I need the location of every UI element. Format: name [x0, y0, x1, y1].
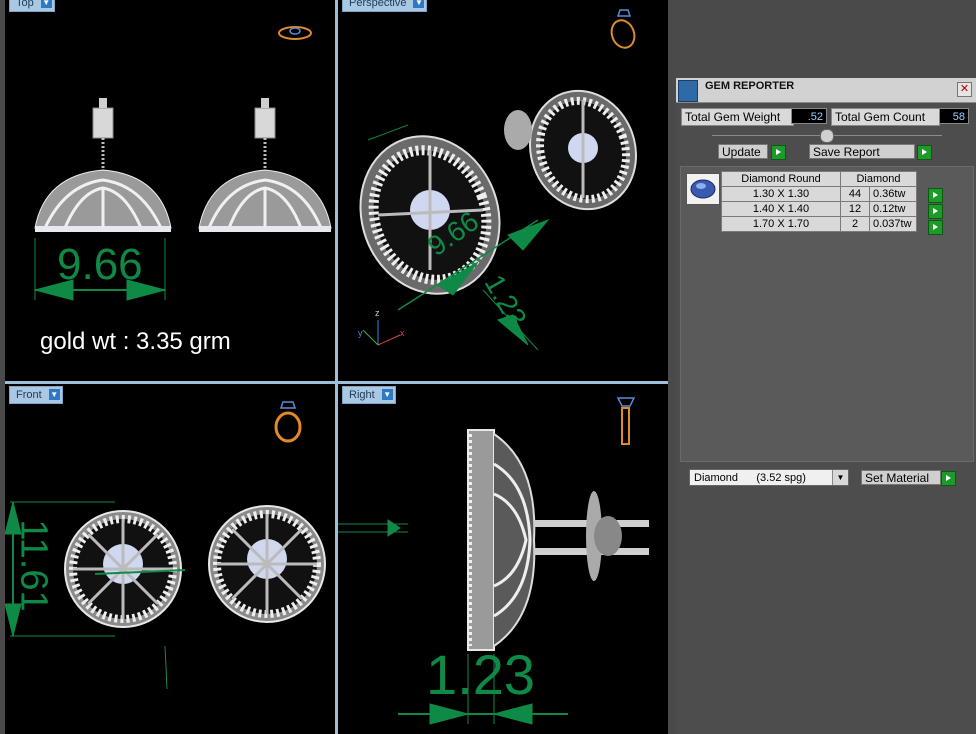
gem-reporter-panel: GEM REPORTER ✕ Total Gem Weight .52 Tota…	[676, 78, 976, 734]
total-gem-count-label: Total Gem Count	[831, 108, 940, 126]
report-splitter-knob[interactable]	[820, 129, 834, 143]
axis-label-y: y	[358, 328, 363, 338]
table-cell-weight: 0.037tw	[869, 216, 917, 232]
row-select-icon[interactable]	[928, 204, 943, 219]
material-dropdown-value: Diamond (3.52 spg)	[694, 472, 806, 484]
gem-report-table: Diamond Round Diamond 1.30 X 1.30 44 0.3…	[721, 171, 917, 232]
save-report-go-icon[interactable]	[917, 145, 932, 160]
table-header-material: Diamond	[840, 171, 917, 187]
earring-top-right	[198, 98, 332, 232]
total-gem-weight-label: Total Gem Weight	[681, 108, 794, 126]
row-select-icon[interactable]	[928, 220, 943, 235]
table-row: 1.70 X 1.70 2 0.037tw	[721, 216, 917, 232]
table-cell-size: 1.30 X 1.30	[721, 186, 841, 202]
close-icon[interactable]: ✕	[957, 82, 972, 97]
dimension-right-depth: 1.23	[426, 643, 535, 706]
table-cell-weight: 0.12tw	[869, 201, 917, 217]
table-cell-count: 44	[840, 186, 870, 202]
update-go-icon[interactable]	[771, 145, 786, 160]
gem-reporter-titlebar: GEM REPORTER ✕	[676, 78, 976, 103]
viewport-perspective[interactable]: Perspective ▼ 9.66 1.23 z y x	[338, 0, 668, 381]
earring-persp-right	[504, 89, 637, 211]
table-cell-size: 1.40 X 1.40	[721, 201, 841, 217]
table-cell-count: 12	[840, 201, 870, 217]
material-dropdown[interactable]: Diamond (3.52 spg) ▼	[689, 469, 849, 486]
table-row: 1.40 X 1.40 12 0.12tw	[721, 201, 917, 217]
axis-triad	[362, 320, 401, 346]
axis-label-z: z	[375, 308, 380, 318]
viewport-front[interactable]: Front ▼ 11.61	[5, 384, 335, 734]
total-gem-weight-value[interactable]: .52	[791, 108, 827, 124]
table-header-shape: Diamond Round	[721, 171, 841, 187]
row-select-icon[interactable]	[928, 188, 943, 203]
table-cell-count: 2	[840, 216, 870, 232]
earring-front-right	[208, 505, 326, 623]
total-gem-count-value[interactable]: 58	[939, 108, 969, 124]
earring-top-views	[33, 98, 332, 301]
axis-label-x: x	[400, 328, 405, 338]
chevron-down-icon[interactable]: ▼	[832, 470, 848, 485]
set-material-go-icon[interactable]	[941, 471, 956, 486]
set-material-button[interactable]: Set Material	[861, 470, 941, 485]
gem-reporter-title: GEM REPORTER	[705, 80, 795, 92]
table-cell-weight: 0.36tw	[869, 186, 917, 202]
diamond-round-thumbnail	[686, 173, 720, 205]
dimension-top-width: 9.66	[57, 240, 143, 289]
update-button[interactable]: Update	[718, 144, 768, 159]
earring-front-left	[64, 510, 182, 628]
dimension-front-height: 11.61	[12, 519, 55, 612]
gem-reporter-app-icon	[678, 80, 698, 102]
gold-weight-annotation: gold wt : 3.35 grm	[40, 328, 231, 355]
earring-top-left	[34, 98, 172, 232]
save-report-button[interactable]: Save Report	[809, 144, 915, 159]
viewport-top[interactable]: Top ▼ 9.66 gold wt: 3.35 grm	[5, 0, 335, 381]
table-row: 1.30 X 1.30 44 0.36tw	[721, 186, 917, 202]
viewport-right[interactable]: Right ▼ 1.23	[338, 384, 668, 734]
table-cell-size: 1.70 X 1.70	[721, 216, 841, 232]
